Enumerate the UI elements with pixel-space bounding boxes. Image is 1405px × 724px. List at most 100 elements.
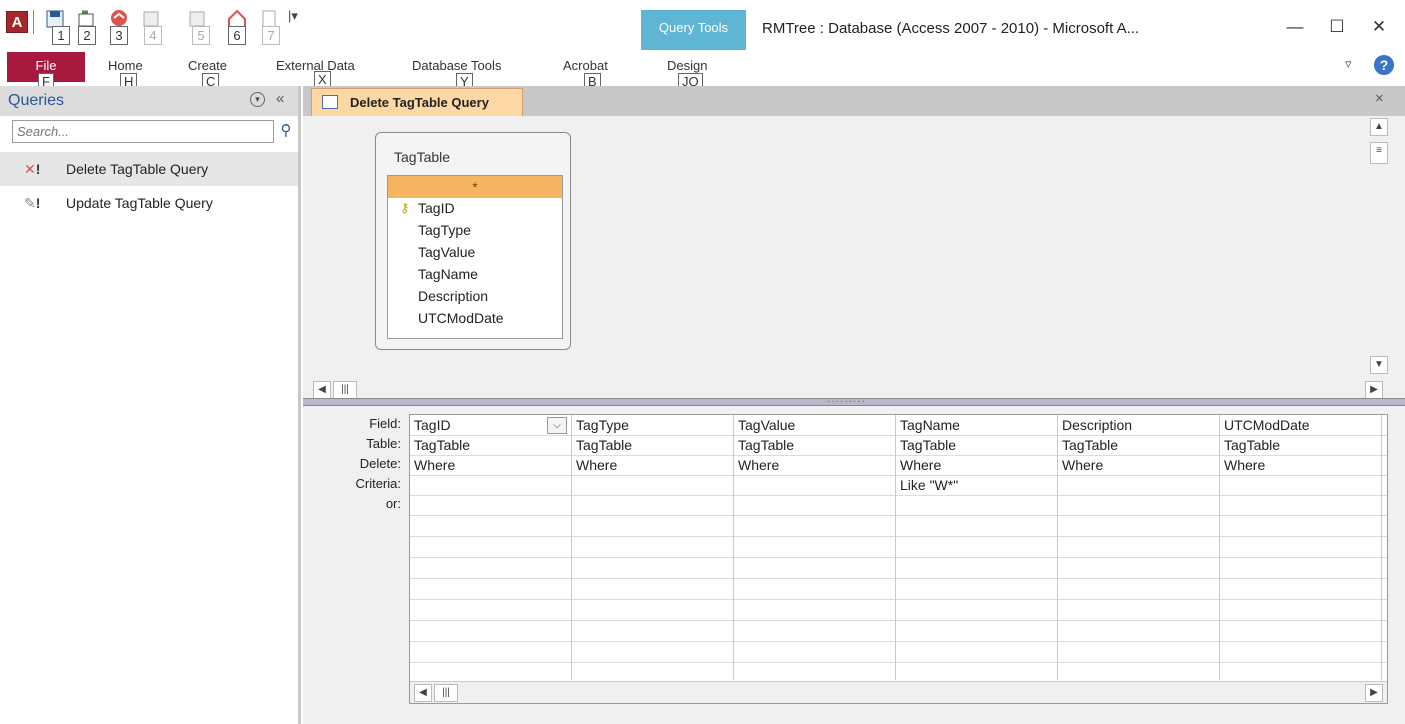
access-app-icon[interactable]: A [6, 11, 28, 33]
grid-cell-table[interactable]: TagTable [572, 435, 732, 455]
grid-column-description[interactable]: Description TagTable Where [1058, 415, 1220, 680]
scroll-up-icon[interactable]: ▲ [1370, 118, 1388, 136]
tab-create[interactable]: Create [188, 58, 227, 73]
tab-home[interactable]: Home [108, 58, 143, 73]
close-document-icon[interactable]: × [1375, 90, 1384, 107]
field-list-item[interactable]: UTCModDate [388, 308, 562, 330]
splitter-grip: ········· [827, 396, 866, 407]
update-query-icon: ✎! [24, 195, 41, 211]
maximize-button[interactable]: ☐ [1322, 15, 1352, 39]
query-tools-context-tab: Query Tools [641, 10, 746, 50]
scroll-left-icon[interactable]: ◀ [313, 381, 331, 399]
grid-cell-criteria[interactable] [734, 475, 894, 495]
search-input[interactable] [12, 120, 274, 143]
grid-cell-delete[interactable]: Where [1058, 455, 1218, 475]
query-design-grid[interactable]: TagID ⌵ TagTable Where TagType TagTable … [409, 414, 1388, 704]
field-name: TagType [418, 222, 471, 238]
grid-cell-field[interactable]: TagName [896, 415, 1056, 435]
grid-cell-table[interactable]: TagTable [1220, 435, 1380, 455]
field-list-item-all[interactable]: * [388, 176, 562, 198]
grid-cell-delete[interactable]: Where [572, 455, 732, 475]
tab-database-tools[interactable]: Database Tools [412, 58, 501, 73]
grid-cell-delete[interactable]: Where [896, 455, 1056, 475]
row-label-field: Field: [369, 416, 401, 431]
table-field-list[interactable]: TagTable * ⚷ TagID TagType TagValue TagN… [375, 132, 571, 350]
grid-cell-table[interactable]: TagTable [1058, 435, 1218, 455]
grid-cell-table[interactable]: TagTable [896, 435, 1056, 455]
minimize-ribbon-icon[interactable]: ▿ [1345, 56, 1352, 72]
field-list-item[interactable]: TagName [388, 264, 562, 286]
search-icon[interactable]: ⚲ [274, 120, 298, 143]
query-design-grid-pane: Field: Table: Delete: Criteria: or: TagI… [303, 406, 1405, 724]
upper-vertical-scrollbar[interactable]: ▲ ≡ ▼ [1369, 116, 1389, 386]
keytip-1: 1 [52, 26, 70, 45]
query-icon [322, 95, 338, 109]
customize-qat-dropdown[interactable]: |▾ [288, 8, 298, 24]
grid-cell-field[interactable]: TagValue [734, 415, 894, 435]
grid-column-utcmoddate[interactable]: UTCModDate TagTable Where [1220, 415, 1382, 680]
grid-cell-table[interactable]: TagTable [410, 435, 570, 455]
field-name: TagID [418, 200, 455, 216]
nav-menu-dropdown-icon[interactable]: ▾ [250, 92, 265, 107]
keytip-5: 5 [192, 26, 210, 45]
grid-cell-criteria[interactable] [572, 475, 732, 495]
scroll-left-icon[interactable]: ◀ [414, 684, 432, 702]
nav-item-delete-query[interactable]: ✕! Delete TagTable Query [0, 152, 298, 186]
collapse-pane-icon[interactable]: « [276, 90, 284, 107]
grid-cell-criteria[interactable] [410, 475, 570, 495]
grid-cell-field[interactable]: Description [1058, 415, 1218, 435]
help-icon[interactable]: ? [1374, 55, 1394, 75]
grid-column-tagname[interactable]: TagName TagTable Where Like "W*" [896, 415, 1058, 680]
document-area: Delete TagTable Query × TagTable * ⚷ Tag… [303, 86, 1405, 724]
close-button[interactable]: ✕ [1364, 15, 1394, 39]
scroll-thumb[interactable]: ||| [434, 684, 458, 702]
field-list-item[interactable]: Description [388, 286, 562, 308]
delete-query-icon: ✕! [24, 161, 41, 177]
scroll-thumb[interactable]: ≡ [1370, 142, 1388, 164]
nav-item-label: Delete TagTable Query [66, 161, 209, 177]
grid-cell-delete[interactable]: Where [1220, 455, 1380, 475]
row-label-delete: Delete: [359, 456, 401, 471]
grid-cell-field[interactable]: TagID [410, 415, 570, 435]
grid-column-tagid[interactable]: TagID ⌵ TagTable Where [410, 415, 572, 680]
grid-cell-criteria[interactable]: Like "W*" [896, 475, 1056, 495]
grid-column-tagtype[interactable]: TagType TagTable Where [572, 415, 734, 680]
nav-item-update-query[interactable]: ✎! Update TagTable Query [0, 186, 298, 220]
tab-design[interactable]: Design [667, 58, 707, 73]
qat-separator [33, 10, 34, 34]
row-label-table: Table: [366, 436, 401, 451]
grid-cell-table[interactable]: TagTable [734, 435, 894, 455]
window-title: RMTree : Database (Access 2007 - 2010) -… [762, 20, 1140, 37]
document-tab[interactable]: Delete TagTable Query [311, 88, 523, 116]
navigation-pane: Queries ▾ « ⚲ ✕! Delete TagTable Query ✎… [0, 86, 301, 724]
field-list-item[interactable]: TagValue [388, 242, 562, 264]
grid-column-tagvalue[interactable]: TagValue TagTable Where [734, 415, 896, 680]
scroll-thumb[interactable]: ||| [333, 381, 357, 399]
field-list-title: TagTable [394, 149, 451, 165]
grid-cell-delete[interactable]: Where [734, 455, 894, 475]
grid-cell-criteria[interactable] [1058, 475, 1218, 495]
grid-horizontal-scrollbar[interactable]: ◀ ||| ▶ [410, 681, 1387, 703]
field-list-box: * ⚷ TagID TagType TagValue TagName Descr… [387, 175, 563, 339]
row-label-criteria: Criteria: [355, 476, 401, 491]
tab-acrobat[interactable]: Acrobat [563, 58, 608, 73]
grid-cell-delete[interactable]: Where [410, 455, 570, 475]
keytip-4: 4 [144, 26, 162, 45]
grid-cell-field[interactable]: UTCModDate [1220, 415, 1380, 435]
scroll-right-icon[interactable]: ▶ [1365, 381, 1383, 399]
field-list-item[interactable]: TagType [388, 220, 562, 242]
scroll-right-icon[interactable]: ▶ [1365, 684, 1383, 702]
nav-title[interactable]: Queries [8, 92, 64, 110]
chevron-down-icon[interactable]: ⌵ [547, 417, 567, 434]
title-bar: A 1 2 3 4 5 6 7 |▾ Query Tools RMTree : … [0, 0, 1405, 52]
primary-key-icon: ⚷ [400, 200, 410, 215]
ribbon-tabs: File Home Create External Data Database … [0, 52, 1405, 91]
field-list-item[interactable]: ⚷ TagID [388, 198, 562, 220]
keytip-3: 3 [110, 26, 128, 45]
grid-cell-criteria[interactable] [1220, 475, 1380, 495]
pane-splitter[interactable]: ········· [303, 396, 1405, 407]
scroll-down-icon[interactable]: ▼ [1370, 356, 1388, 374]
field-name: TagName [418, 266, 478, 282]
grid-cell-field[interactable]: TagType [572, 415, 732, 435]
nav-header: Queries ▾ « [0, 86, 298, 116]
